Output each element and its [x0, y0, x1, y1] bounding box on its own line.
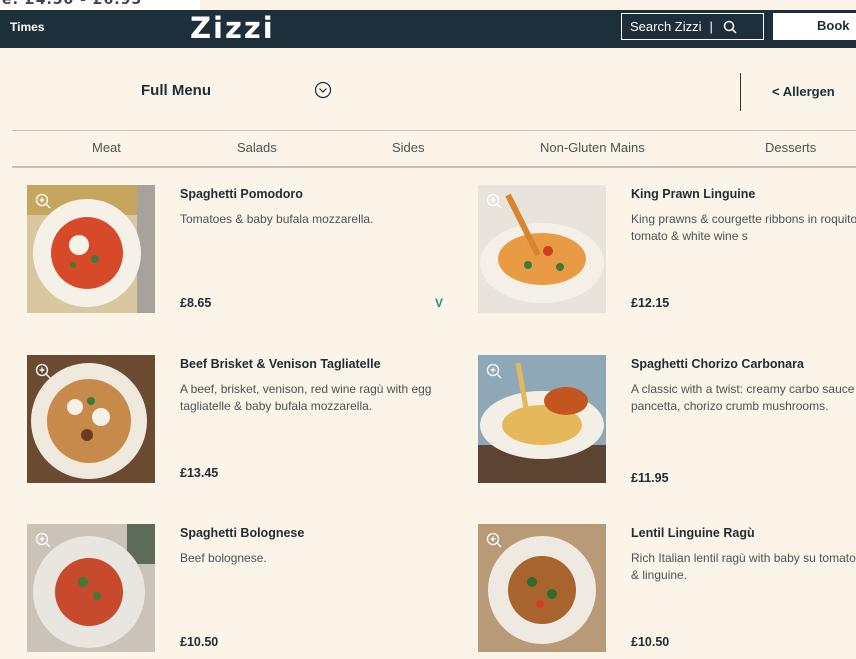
- search-separator: |: [709, 19, 713, 34]
- zizzi-logo[interactable]: Zizzi: [190, 11, 275, 45]
- menu-item-card[interactable]: Spaghetti Pomodoro Tomatoes & baby bufal…: [27, 185, 447, 315]
- dish-image[interactable]: [27, 185, 155, 313]
- dish-image[interactable]: [478, 355, 606, 483]
- menu-item-card[interactable]: Lentil Linguine Ragù Rich Italian lentil…: [478, 524, 856, 654]
- dish-price: £11.95: [631, 471, 669, 485]
- price-range-fragment: e: £4.50 - £6.95: [2, 0, 143, 8]
- dish-name: Lentil Linguine Ragù: [631, 526, 755, 540]
- dish-description: A beef, brisket, venison, red wine ragù …: [180, 382, 432, 413]
- dish-price: £10.50: [631, 635, 670, 649]
- zoom-icon[interactable]: [35, 193, 51, 209]
- dish-name: King Prawn Linguine: [631, 187, 756, 201]
- vertical-divider: [740, 73, 741, 111]
- dish-description: King prawns & courgette ribbons in roqui…: [631, 212, 856, 243]
- dish-price: £13.45: [180, 466, 219, 480]
- tab-salads[interactable]: Salads: [237, 140, 277, 155]
- chevron-down-icon[interactable]: [314, 81, 332, 99]
- dish-description: Tomatoes & baby bufala mozzarella.: [180, 212, 374, 226]
- tab-sides[interactable]: Sides: [392, 140, 425, 155]
- zoom-icon[interactable]: [486, 532, 502, 548]
- dish-description: Rich Italian lentil ragù with baby su to…: [631, 551, 856, 582]
- dish-image[interactable]: [478, 185, 606, 313]
- search-box[interactable]: Search Zizzi |: [621, 13, 764, 40]
- top-fragment: e: £4.50 - £6.95: [0, 0, 200, 10]
- allergen-toggle[interactable]: < Allergen: [772, 84, 835, 99]
- dish-name: Beef Brisket & Venison Tagliatelle: [180, 357, 381, 371]
- menu-item-card[interactable]: Spaghetti Chorizo Carbonara A classic wi…: [478, 355, 856, 485]
- dish-name: Spaghetti Bolognese: [180, 526, 305, 540]
- zoom-icon[interactable]: [486, 193, 502, 209]
- tab-desserts[interactable]: Desserts: [765, 140, 816, 155]
- dish-price: £10.50: [180, 635, 219, 649]
- menu-item-card[interactable]: Spaghetti Bolognese Beef bolognese. £10.…: [27, 524, 447, 654]
- dish-image[interactable]: [27, 524, 155, 652]
- menu-item-card[interactable]: King Prawn Linguine King prawns & courge…: [478, 185, 856, 315]
- search-label: Search Zizzi: [630, 19, 702, 34]
- zoom-icon[interactable]: [486, 363, 502, 379]
- opening-times-link[interactable]: Times: [10, 20, 44, 34]
- zoom-icon[interactable]: [35, 363, 51, 379]
- menu-title[interactable]: Full Menu: [141, 82, 211, 99]
- book-button[interactable]: Book: [773, 13, 856, 40]
- dish-name: Spaghetti Pomodoro: [180, 187, 303, 201]
- tab-non-gluten-mains[interactable]: Non-Gluten Mains: [540, 140, 645, 155]
- menu-selector-bar: Full Menu < Allergen: [12, 48, 856, 131]
- tab-meat[interactable]: Meat: [92, 140, 121, 155]
- zoom-icon[interactable]: [35, 532, 51, 548]
- dish-price: £12.15: [631, 296, 670, 310]
- dish-price: £8.65: [180, 296, 212, 310]
- category-tabs: Meat Salads Sides Non-Gluten Mains Desse…: [12, 130, 856, 168]
- menu-item-card[interactable]: Beef Brisket & Venison Tagliatelle A bee…: [27, 355, 447, 485]
- dish-name: Spaghetti Chorizo Carbonara: [631, 357, 804, 371]
- dish-image[interactable]: [27, 355, 155, 483]
- search-icon[interactable]: [723, 20, 737, 34]
- vegetarian-badge: V: [435, 296, 444, 310]
- dish-description: Beef bolognese.: [180, 551, 267, 565]
- dish-image[interactable]: [478, 524, 606, 652]
- dish-description: A classic with a twist: creamy carbo sau…: [631, 382, 856, 413]
- top-navigation-bar: Times Zizzi Search Zizzi | Book: [0, 10, 856, 48]
